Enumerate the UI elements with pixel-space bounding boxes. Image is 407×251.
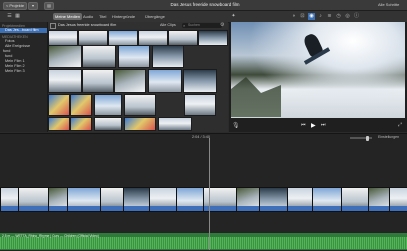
timeline-clip[interactable] (176, 187, 204, 212)
media-thumbnail[interactable] (82, 69, 114, 93)
tab-titles[interactable]: Titel (97, 13, 108, 20)
window-title: Das Jesus freeride snowboard film (170, 2, 240, 7)
timeline-clip[interactable] (18, 187, 49, 212)
tab-audio[interactable]: Audio (81, 13, 95, 20)
video-viewer: 🎙 ⏮ ▶ ⏭ ⤢ (229, 22, 407, 132)
crop-icon[interactable]: ⊡ (299, 13, 306, 20)
title-bar: < Projekte ▾ ▤ Das Jesus freeride snowbo… (0, 0, 407, 11)
media-thumbnail[interactable] (48, 69, 82, 93)
media-thumbnail[interactable] (152, 45, 184, 68)
media-thumbnail[interactable] (168, 30, 198, 46)
timeline-clip[interactable] (368, 187, 390, 212)
volume-icon[interactable]: ♪ (317, 13, 324, 20)
timeline-clip[interactable] (259, 187, 288, 212)
clip-filter-select[interactable]: Alle Clips (160, 23, 176, 27)
play-button[interactable]: ▶ (311, 122, 316, 129)
timeline-clip[interactable] (149, 187, 177, 212)
projects-back-button[interactable]: < Projekte (3, 2, 27, 10)
media-thumbnail[interactable] (124, 94, 156, 116)
color-balance-icon[interactable]: ◑ (290, 13, 297, 20)
media-thumbnail[interactable] (118, 45, 150, 68)
audio-waveform (0, 237, 407, 249)
media-thumbnail[interactable] (82, 45, 116, 68)
timeline-settings-button[interactable]: Einstellungen (378, 135, 399, 139)
select-checkbox[interactable] (50, 23, 56, 29)
media-thumbnail[interactable] (124, 117, 156, 131)
timeline-clip[interactable] (287, 187, 313, 212)
fullscreen-icon[interactable]: ⤢ (398, 122, 402, 128)
tab-transitions[interactable]: Übergänge (143, 13, 167, 20)
media-thumbnail[interactable] (94, 94, 122, 116)
media-thumbnail[interactable] (183, 69, 217, 93)
stabilization-icon[interactable]: ◉ (308, 12, 315, 20)
media-thumbnail[interactable] (70, 94, 92, 116)
timeline-clip[interactable] (341, 187, 369, 212)
media-thumbnail[interactable] (158, 117, 192, 131)
media-thumbnail[interactable] (48, 45, 82, 68)
microphone-icon[interactable]: 🎙 (232, 122, 240, 129)
timecode: 2:04 / 3:40 (192, 135, 210, 139)
media-thumbnail[interactable] (48, 30, 78, 46)
browser-title: Das Jesus freeride snowboard film (58, 23, 117, 28)
import-button[interactable]: ▾ (28, 2, 38, 10)
list-view-icon[interactable]: ☰ (6, 13, 13, 20)
media-thumbnail[interactable] (70, 117, 92, 131)
media-thumbnail[interactable] (48, 117, 70, 131)
zoom-slider-handle[interactable] (366, 135, 369, 141)
grid-view-icon[interactable]: ▦ (14, 13, 21, 20)
media-thumbnail[interactable] (184, 94, 216, 116)
playhead[interactable] (209, 138, 210, 250)
speed-icon[interactable]: ◷ (335, 13, 342, 20)
media-thumbnail[interactable] (94, 117, 122, 131)
timeline-clip[interactable] (67, 187, 101, 212)
gear-icon[interactable]: ⚙ (220, 22, 224, 28)
tab-my-media[interactable]: Meine Medien (53, 12, 83, 20)
video-preview[interactable] (231, 22, 405, 118)
audio-track-label: 2.5 m — WETTA_Rhino_Rhyme | Curs — Child… (2, 233, 99, 238)
sidebar-item-film-3[interactable]: Mein Film 3 (0, 69, 47, 74)
timeline-clip[interactable] (312, 187, 342, 212)
media-thumbnail[interactable] (48, 94, 70, 116)
magic-wand-icon[interactable]: ✦ (230, 13, 237, 20)
media-thumbnail[interactable] (198, 30, 228, 46)
timeline-clip[interactable] (48, 187, 68, 212)
media-thumbnail[interactable] (78, 30, 108, 46)
browser-header: Das Jesus freeride snowboard film Alle C… (48, 22, 228, 29)
media-thumbnail[interactable] (148, 69, 182, 93)
media-thumbnail[interactable] (108, 30, 138, 46)
filter-icon[interactable]: ◎ (344, 13, 351, 20)
media-thumbnail[interactable] (114, 69, 146, 93)
search-input[interactable]: Suchen (182, 22, 222, 28)
tab-backgrounds[interactable]: Hintergründe (110, 13, 137, 20)
skip-forward-icon[interactable]: ⏭ (321, 122, 326, 128)
tree-line (231, 77, 281, 117)
sidebar-item-project[interactable]: Das Jes...board film (0, 28, 47, 33)
timeline-clip[interactable] (0, 187, 19, 212)
media-thumbnail[interactable] (138, 30, 168, 46)
search-icon: ⌕ (183, 22, 186, 28)
skip-back-icon[interactable]: ⏮ (301, 122, 306, 128)
timeline-clip[interactable] (236, 187, 260, 212)
info-icon[interactable]: ⓘ (353, 13, 360, 20)
share-menu-button[interactable]: ▤ (44, 2, 54, 10)
timeline-clip[interactable] (389, 187, 407, 212)
library-sidebar: Projektmedien Das Jes...board film MEDIA… (0, 22, 48, 132)
timeline-clip[interactable] (100, 187, 124, 212)
share-button[interactable]: Alle Schritte (378, 2, 399, 7)
media-browser: Das Jesus freeride snowboard film Alle C… (48, 22, 228, 132)
noise-reduction-icon[interactable]: ≋ (326, 13, 333, 20)
timeline-clip[interactable] (123, 187, 150, 212)
timeline: 2:04 / 3:40 Einstellungen 2.5 m — WETTA_… (0, 133, 407, 251)
